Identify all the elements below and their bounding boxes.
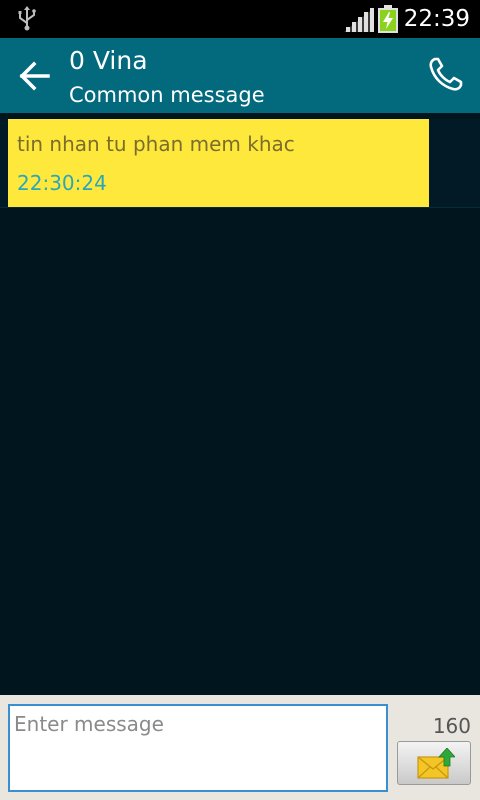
character-counter: 160 xyxy=(432,714,471,738)
status-bar: 22:39 xyxy=(0,0,480,38)
list-item: tin nhan tu phan mem khac 22:30:24 xyxy=(0,119,480,208)
send-button[interactable] xyxy=(397,741,471,785)
back-button[interactable] xyxy=(14,56,54,96)
battery-charging-icon xyxy=(378,5,398,33)
usb-icon xyxy=(18,6,36,31)
conversation-subtitle: Common message xyxy=(69,83,265,107)
back-arrow-icon xyxy=(19,61,50,91)
status-time: 22:39 xyxy=(403,6,470,32)
action-bar: 0 Vina Common message xyxy=(0,38,480,113)
signal-icon xyxy=(344,8,374,32)
message-text: tin nhan tu phan mem khac xyxy=(17,132,295,156)
contact-name: 0 Vina xyxy=(69,46,148,75)
message-list: tin nhan tu phan mem khac 22:30:24 xyxy=(0,113,480,695)
sms-conversation-screen: 22:39 0 Vina Common message tin nhan tu … xyxy=(0,0,480,800)
phone-icon xyxy=(429,57,463,91)
message-bubble[interactable]: tin nhan tu phan mem khac 22:30:24 xyxy=(8,119,429,207)
message-timestamp: 22:30:24 xyxy=(17,171,107,195)
call-button[interactable] xyxy=(426,54,466,94)
compose-bar: Enter message 160 xyxy=(0,695,480,800)
envelope-send-icon xyxy=(417,748,455,779)
message-input[interactable] xyxy=(8,704,388,792)
